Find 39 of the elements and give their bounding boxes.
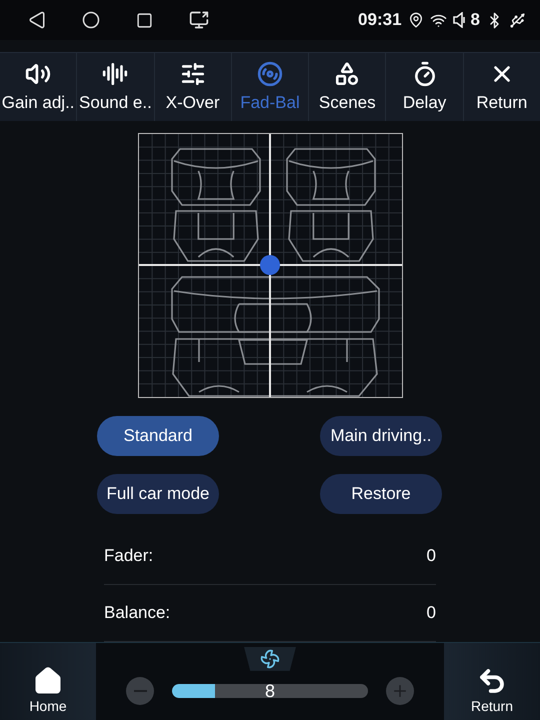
volume-level: 8 [470, 10, 480, 30]
fan-tab[interactable] [244, 646, 296, 671]
fan-speed-track[interactable] [172, 684, 368, 698]
mode-button[interactable]: Standard [97, 416, 219, 456]
equalizer-icon [180, 61, 206, 88]
location-icon [408, 12, 424, 28]
mode-button[interactable]: Main driving.. [320, 416, 442, 456]
toolbar-tab[interactable]: Gain adj.. [0, 53, 76, 121]
fader-balance-grid[interactable] [138, 132, 402, 398]
toolbar-tab[interactable]: X-Over [154, 53, 231, 121]
minus-icon [134, 690, 146, 692]
setting-value: 0 [426, 546, 436, 566]
mode-button[interactable]: Restore [320, 474, 442, 514]
return-arrow-icon [477, 666, 507, 696]
toolbar-tab[interactable]: Fad-Bal [230, 53, 308, 121]
usb-icon [509, 12, 526, 29]
return-button[interactable]: Return [444, 642, 540, 720]
setting-value: 0 [426, 602, 436, 623]
home-icon[interactable] [82, 11, 100, 30]
screen-cast-icon[interactable] [189, 10, 209, 30]
clock-time: 09:31 [358, 10, 402, 30]
toolbar-tab[interactable]: Delay [385, 53, 463, 121]
home-icon [33, 666, 63, 696]
home-button[interactable]: Home [0, 642, 96, 720]
toolbar-tab[interactable]: Sound e.. [76, 53, 154, 121]
recents-icon[interactable] [136, 12, 153, 29]
setting-label: Fader: [104, 546, 154, 566]
disc-icon [256, 61, 283, 88]
sound-wave-icon [102, 61, 128, 88]
toolbar-tab[interactable]: Return [462, 53, 540, 121]
toolbar-tab[interactable]: Scenes [308, 53, 386, 121]
back-icon[interactable] [28, 11, 46, 30]
position-dot[interactable] [260, 254, 280, 275]
volume-icon [452, 12, 465, 28]
fan-speed-value: 8 [265, 680, 275, 701]
fan-icon [260, 648, 280, 669]
setting-label: Balance: [104, 602, 170, 623]
shapes-icon [334, 61, 360, 88]
mode-button[interactable]: Full car mode [97, 474, 219, 514]
